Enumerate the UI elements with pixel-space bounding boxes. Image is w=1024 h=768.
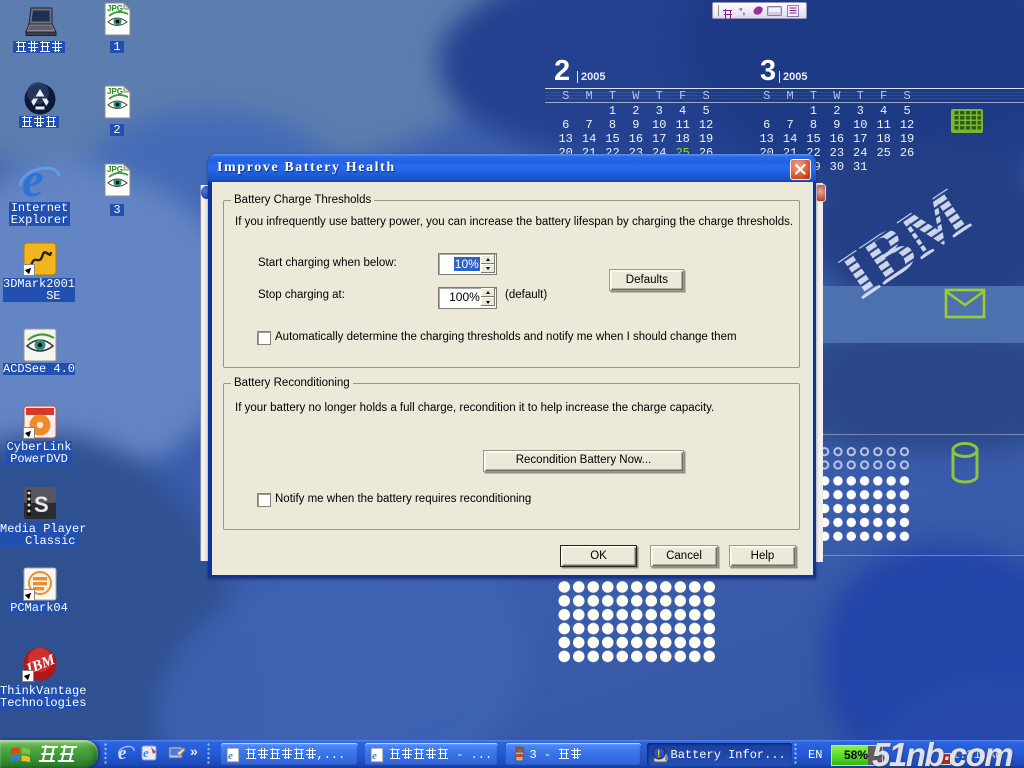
- svg-text:e: e: [22, 158, 44, 202]
- svg-text:e: e: [372, 750, 377, 762]
- svg-text:S: S: [34, 492, 49, 517]
- svg-text:e: e: [143, 745, 149, 760]
- svg-text:!: !: [657, 749, 660, 760]
- svg-text:e: e: [228, 750, 233, 762]
